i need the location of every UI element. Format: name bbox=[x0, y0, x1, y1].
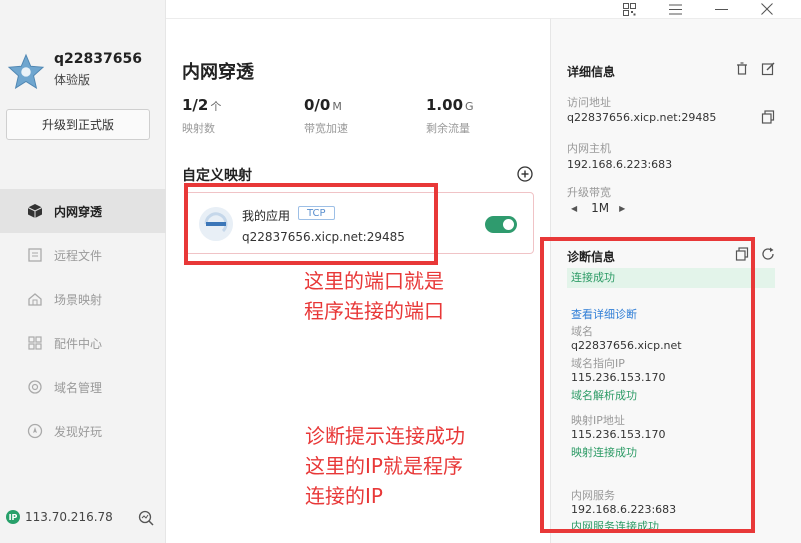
stat-traffic: 1.00 G 剩余流量 bbox=[426, 96, 474, 136]
dns-ip-label: 域名指向IP bbox=[571, 357, 625, 370]
bandwidth-label: 升级带宽 bbox=[567, 186, 611, 199]
view-detail-diagnosis-link[interactable]: 查看详细诊断 bbox=[571, 306, 637, 322]
stat-label: 映射数 bbox=[182, 122, 215, 135]
mapping-toggle[interactable] bbox=[485, 216, 517, 233]
stat-unit: M bbox=[332, 100, 342, 113]
increase-icon[interactable]: ▶ bbox=[619, 204, 625, 213]
edition-label: 体验版 bbox=[54, 73, 91, 87]
refresh-icon[interactable] bbox=[761, 247, 775, 261]
bandwidth-stepper[interactable]: ◀ 1M ▶ bbox=[571, 201, 625, 215]
sidebar-item-label: 场景映射 bbox=[54, 292, 103, 307]
domain-icon bbox=[26, 378, 44, 396]
public-ip-value: 113.70.216.78 bbox=[25, 510, 113, 524]
sidebar-item-label: 远程文件 bbox=[54, 248, 103, 263]
mapping-address: q22837656.xicp.net:29485 bbox=[242, 230, 405, 244]
sidebar-item-label: 内网穿透 bbox=[54, 204, 103, 219]
compass-icon bbox=[26, 422, 44, 440]
delete-icon[interactable] bbox=[735, 62, 749, 76]
sidebar-item-accessory-center[interactable]: 配件中心 bbox=[0, 321, 166, 365]
domain-label: 域名 bbox=[571, 325, 593, 338]
file-icon bbox=[26, 246, 44, 264]
annotation-note-port: 这里的端口就是 程序连接的端口 bbox=[304, 266, 444, 326]
username: q22837656 bbox=[54, 51, 142, 67]
stat-bandwidth: 0/0 M 带宽加速 bbox=[304, 96, 348, 136]
upgrade-button[interactable]: 升级到正式版 bbox=[6, 109, 150, 140]
protocol-badge: TCP bbox=[298, 206, 335, 220]
annotation-line: 连接的IP bbox=[305, 484, 383, 508]
bandwidth-value: 1M bbox=[591, 201, 610, 215]
annotation-line: 这里的IP就是程序 bbox=[305, 454, 463, 478]
close-icon[interactable] bbox=[758, 0, 776, 18]
sidebar-item-label: 域名管理 bbox=[54, 380, 103, 395]
stat-value: 1/2 bbox=[182, 96, 209, 114]
menu-icon[interactable] bbox=[666, 0, 684, 18]
diagnosis-title: 诊断信息 bbox=[567, 250, 616, 264]
sidebar-nav: 内网穿透 远程文件 场景映射 配件中心 域名管理 发现好玩 bbox=[0, 189, 166, 453]
add-mapping-icon[interactable] bbox=[517, 166, 533, 182]
stat-unit: G bbox=[465, 100, 474, 113]
stat-unit: 个 bbox=[210, 100, 222, 113]
sidebar-item-label: 配件中心 bbox=[54, 336, 103, 351]
qrcode-icon[interactable] bbox=[620, 0, 638, 18]
public-ip: IP 113.70.216.78 bbox=[6, 510, 113, 524]
sidebar-item-scene-mapping[interactable]: 场景映射 bbox=[0, 277, 166, 321]
diagnosis-status: 连接成功 bbox=[567, 268, 775, 288]
annotation-line: 程序连接的端口 bbox=[304, 299, 444, 323]
access-address-value: q22837656.xicp.net:29485 bbox=[567, 111, 717, 124]
mapping-card[interactable]: 我的应用 TCP q22837656.xicp.net:29485 bbox=[184, 192, 534, 254]
sidebar-item-discover[interactable]: 发现好玩 bbox=[0, 409, 166, 453]
dns-status: 域名解析成功 bbox=[571, 389, 637, 402]
copy-icon[interactable] bbox=[735, 247, 749, 261]
minimize-icon[interactable] bbox=[712, 0, 730, 18]
domain-value: q22837656.xicp.net bbox=[571, 339, 682, 352]
annotation-note-ip: 诊断提示连接成功 这里的IP就是程序 连接的IP bbox=[305, 421, 465, 511]
sidebar-item-remote-files[interactable]: 远程文件 bbox=[0, 233, 166, 277]
sidebar-item-domain-management[interactable]: 域名管理 bbox=[0, 365, 166, 409]
page-title: 内网穿透 bbox=[182, 62, 254, 83]
section-title: 自定义映射 bbox=[182, 168, 252, 184]
scene-icon bbox=[26, 290, 44, 308]
app-icon bbox=[199, 207, 233, 241]
annotation-line: 诊断提示连接成功 bbox=[305, 424, 465, 448]
detail-title: 详细信息 bbox=[567, 65, 616, 79]
stat-value: 1.00 bbox=[426, 96, 464, 114]
sidebar-item-label: 发现好玩 bbox=[54, 424, 103, 439]
edit-icon[interactable] bbox=[761, 62, 775, 76]
star-avatar-icon bbox=[7, 53, 45, 89]
lan-service-label: 内网服务 bbox=[571, 489, 615, 502]
speedtest-icon[interactable] bbox=[138, 510, 154, 526]
decrease-icon[interactable]: ◀ bbox=[571, 204, 577, 213]
mapping-name: 我的应用 bbox=[242, 209, 291, 223]
access-address-label: 访问地址 bbox=[567, 96, 611, 109]
annotation-line: 这里的端口就是 bbox=[304, 269, 444, 293]
lan-host-value: 192.168.6.223:683 bbox=[567, 158, 673, 171]
sidebar: q22837656 体验版 升级到正式版 内网穿透 远程文件 场景映射 配件中心 bbox=[0, 0, 166, 543]
mapped-ip-label: 映射IP地址 bbox=[571, 414, 625, 427]
stat-value: 0/0 bbox=[304, 96, 331, 114]
copy-icon[interactable] bbox=[761, 110, 775, 124]
sidebar-item-intranet[interactable]: 内网穿透 bbox=[0, 189, 166, 233]
mapping-status: 映射连接成功 bbox=[571, 446, 637, 459]
mapped-ip-value: 115.236.153.170 bbox=[571, 428, 666, 441]
stat-label: 剩余流量 bbox=[426, 122, 470, 135]
grid-icon bbox=[26, 334, 44, 352]
cube-icon bbox=[26, 202, 44, 220]
stat-mappings: 1/2 个 映射数 bbox=[182, 96, 221, 136]
lan-host-label: 内网主机 bbox=[567, 142, 611, 155]
ip-icon: IP bbox=[6, 510, 20, 524]
dns-ip-value: 115.236.153.170 bbox=[571, 371, 666, 384]
stat-label: 带宽加速 bbox=[304, 122, 348, 135]
lan-service-value: 192.168.6.223:683 bbox=[571, 503, 677, 516]
lan-service-status: 内网服务连接成功 bbox=[571, 520, 659, 533]
